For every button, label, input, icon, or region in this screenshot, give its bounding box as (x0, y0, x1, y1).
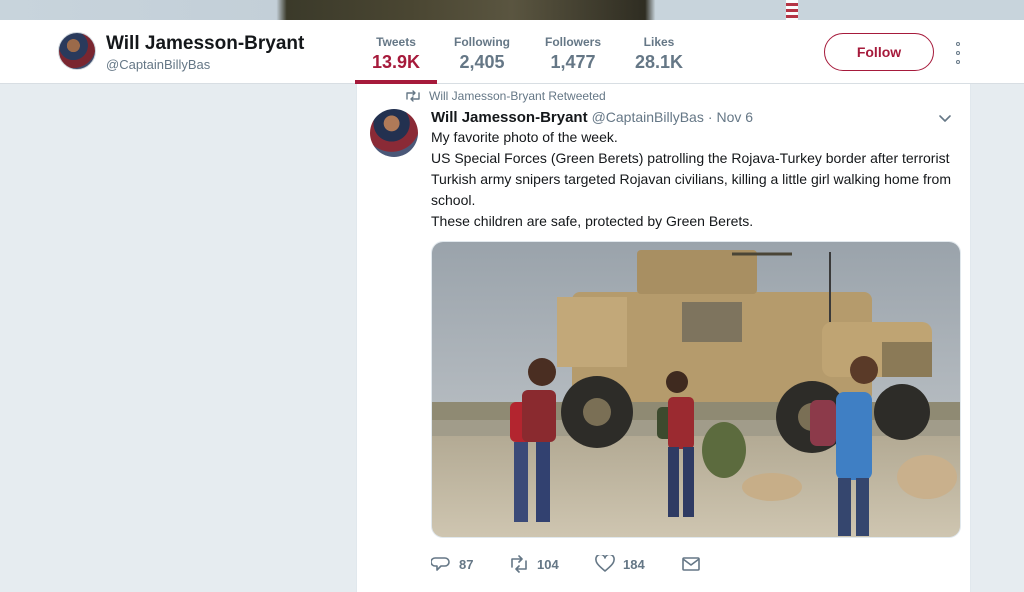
stat-following[interactable]: Following 2,405 (437, 20, 527, 84)
chevron-down-icon[interactable] (938, 111, 952, 125)
tweet-header: Will Jamesson-Bryant @CaptainBillyBas · … (431, 107, 958, 127)
stat-followers[interactable]: Followers 1,477 (527, 20, 619, 84)
tweet-separator: · (707, 109, 713, 125)
follow-button[interactable]: Follow (824, 33, 934, 71)
tweet-author-name[interactable]: Will Jamesson-Bryant (431, 109, 588, 126)
retweet-context-text: Will Jamesson-Bryant Retweeted (429, 89, 606, 103)
like-count: 184 (623, 556, 645, 572)
tweet-text-line: These children are safe, protected by Gr… (431, 213, 754, 229)
retweet-button[interactable]: 104 (509, 555, 569, 573)
stat-tweets-value: 13.9K (371, 52, 421, 72)
reply-button[interactable]: 87 (431, 555, 483, 573)
profile-nav-bar: Will Jamesson-Bryant @CaptainBillyBas Tw… (0, 20, 1024, 84)
stat-likes-label: Likes (643, 35, 675, 49)
stat-following-value: 2,405 (459, 52, 505, 72)
tweet-photo-illustration (432, 242, 960, 537)
tweet-timestamp[interactable]: Nov 6 (717, 109, 754, 125)
reply-count: 87 (459, 556, 474, 572)
heart-icon (595, 555, 615, 572)
tweet-text-line: US Special Forces (Green Berets) patroll… (431, 150, 952, 208)
header-flag-detail (786, 0, 798, 20)
stat-following-label: Following (454, 35, 510, 49)
tweet-text: My favorite photo of the week. US Specia… (431, 127, 961, 232)
direct-message-button[interactable] (681, 555, 701, 573)
tweet-author-handle[interactable]: @CaptainBillyBas (592, 109, 704, 125)
tweet-avatar[interactable] (370, 109, 418, 157)
tweet-text-line: My favorite photo of the week. (431, 129, 618, 145)
retweet-icon (511, 555, 527, 573)
profile-stats: Tweets 13.9K Following 2,405 Followers 1… (355, 20, 699, 84)
stat-followers-label: Followers (544, 35, 601, 49)
stat-tweets-label: Tweets (376, 35, 416, 49)
more-vertical-icon[interactable] (950, 42, 966, 64)
retweet-icon (406, 90, 420, 102)
reply-icon (431, 557, 450, 571)
stat-likes-value: 28.1K (634, 52, 684, 72)
stat-likes[interactable]: Likes 28.1K (619, 20, 699, 84)
tweet-photo[interactable] (431, 241, 961, 538)
profile-header-image (0, 0, 1024, 20)
retweet-context: Will Jamesson-Bryant Retweeted (405, 88, 606, 104)
tweet-actions: 87 104 184 (431, 552, 727, 576)
profile-avatar[interactable] (58, 32, 96, 70)
profile-name[interactable]: Will Jamesson-Bryant (106, 33, 304, 55)
stat-followers-value: 1,477 (550, 52, 596, 72)
stat-tweets[interactable]: Tweets 13.9K (355, 20, 437, 84)
profile-handle[interactable]: @CaptainBillyBas (106, 57, 210, 72)
envelope-icon (682, 557, 700, 571)
retweet-count: 104 (537, 556, 559, 572)
like-button[interactable]: 184 (595, 555, 655, 573)
tweet-card[interactable]: Will Jamesson-Bryant Retweeted Will Jame… (356, 84, 971, 592)
